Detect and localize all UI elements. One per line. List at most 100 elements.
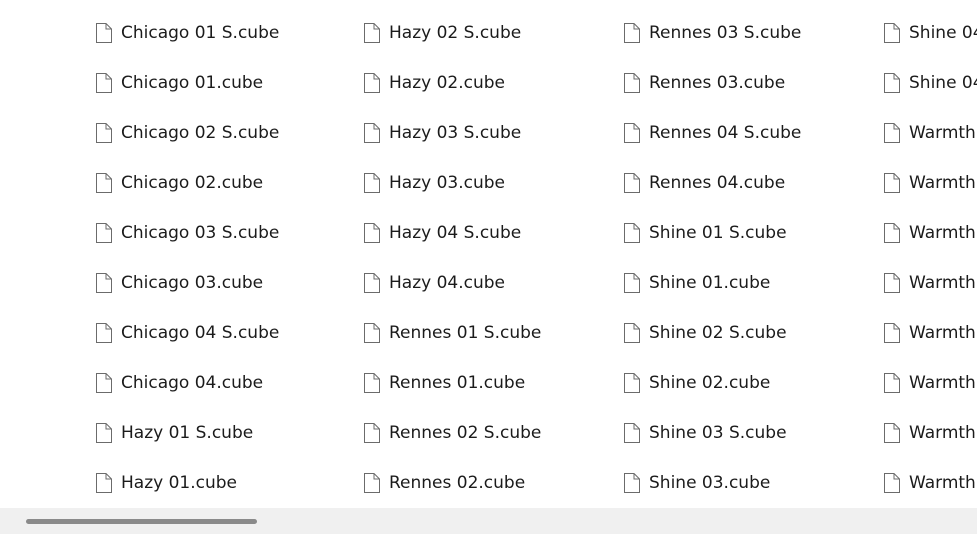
file-grid: Chicago 01 S.cube Chicago 01.cube Chicag… xyxy=(93,8,977,508)
file-item[interactable]: Chicago 03 S.cube xyxy=(93,208,361,258)
document-icon xyxy=(363,472,381,494)
document-icon xyxy=(883,372,901,394)
file-item[interactable]: Shine 04 S.cube xyxy=(881,8,977,58)
horizontal-scrollbar[interactable] xyxy=(0,508,977,534)
file-name: Hazy 02 S.cube xyxy=(389,23,522,43)
file-item[interactable]: Warmth 01.cube xyxy=(881,158,977,208)
document-icon xyxy=(623,372,641,394)
document-icon xyxy=(363,322,381,344)
file-name: Chicago 03.cube xyxy=(121,273,264,293)
file-item[interactable]: Warmth 04.cube xyxy=(881,458,977,508)
file-name: Chicago 04.cube xyxy=(121,373,264,393)
document-icon xyxy=(883,472,901,494)
document-icon xyxy=(363,22,381,44)
file-item[interactable]: Rennes 01.cube xyxy=(361,358,621,408)
document-icon xyxy=(363,422,381,444)
file-item[interactable]: Rennes 03 S.cube xyxy=(621,8,881,58)
file-name: Warmth 01.cube xyxy=(909,173,977,193)
file-name: Hazy 03 S.cube xyxy=(389,123,522,143)
document-icon xyxy=(95,272,113,294)
file-name: Chicago 01.cube xyxy=(121,73,264,93)
document-icon xyxy=(623,22,641,44)
file-name: Rennes 04 S.cube xyxy=(649,123,802,143)
file-name: Shine 04.cube xyxy=(909,73,977,93)
file-item[interactable]: Chicago 04.cube xyxy=(93,358,361,408)
file-item[interactable]: Warmth 03.cube xyxy=(881,358,977,408)
file-name: Rennes 04.cube xyxy=(649,173,786,193)
file-name: Warmth 03.cube xyxy=(909,373,977,393)
document-icon xyxy=(95,472,113,494)
file-item[interactable]: Rennes 02.cube xyxy=(361,458,621,508)
horizontal-scrollbar-thumb[interactable] xyxy=(26,519,257,524)
file-item[interactable]: Chicago 01 S.cube xyxy=(93,8,361,58)
document-icon xyxy=(883,222,901,244)
file-item[interactable]: Warmth 02.cube xyxy=(881,258,977,308)
file-name: Shine 03 S.cube xyxy=(649,423,787,443)
file-item[interactable]: Rennes 01 S.cube xyxy=(361,308,621,358)
document-icon xyxy=(883,272,901,294)
file-item[interactable]: Warmth 03 S.cube xyxy=(881,308,977,358)
file-item[interactable]: Chicago 02 S.cube xyxy=(93,108,361,158)
document-icon xyxy=(623,172,641,194)
document-icon xyxy=(883,122,901,144)
file-item[interactable]: Hazy 02 S.cube xyxy=(361,8,621,58)
file-name: Rennes 03.cube xyxy=(649,73,786,93)
file-item[interactable]: Warmth 01 S.cube xyxy=(881,108,977,158)
file-name: Hazy 01.cube xyxy=(121,473,237,493)
file-item[interactable]: Shine 04.cube xyxy=(881,58,977,108)
document-icon xyxy=(363,222,381,244)
file-item[interactable]: Hazy 04.cube xyxy=(361,258,621,308)
file-column: Rennes 03 S.cube Rennes 03.cube Rennes 0… xyxy=(621,8,881,508)
file-item[interactable]: Shine 01 S.cube xyxy=(621,208,881,258)
document-icon xyxy=(623,222,641,244)
file-item[interactable]: Hazy 01 S.cube xyxy=(93,408,361,458)
file-name: Warmth 02.cube xyxy=(909,273,977,293)
file-item[interactable]: Warmth 04 S.cube xyxy=(881,408,977,458)
file-item[interactable]: Rennes 04 S.cube xyxy=(621,108,881,158)
document-icon xyxy=(883,422,901,444)
file-name: Shine 02 S.cube xyxy=(649,323,787,343)
file-item[interactable]: Hazy 04 S.cube xyxy=(361,208,621,258)
file-name: Chicago 03 S.cube xyxy=(121,223,280,243)
file-item[interactable]: Hazy 01.cube xyxy=(93,458,361,508)
file-name: Chicago 04 S.cube xyxy=(121,323,280,343)
file-name: Hazy 04 S.cube xyxy=(389,223,522,243)
document-icon xyxy=(623,322,641,344)
document-icon xyxy=(883,322,901,344)
file-name: Chicago 02 S.cube xyxy=(121,123,280,143)
document-icon xyxy=(95,122,113,144)
document-icon xyxy=(623,272,641,294)
file-item[interactable]: Shine 02.cube xyxy=(621,358,881,408)
file-name: Shine 02.cube xyxy=(649,373,771,393)
file-name: Shine 01.cube xyxy=(649,273,771,293)
document-icon xyxy=(95,422,113,444)
document-icon xyxy=(623,422,641,444)
file-item[interactable]: Chicago 01.cube xyxy=(93,58,361,108)
file-item[interactable]: Rennes 02 S.cube xyxy=(361,408,621,458)
file-name: Hazy 03.cube xyxy=(389,173,505,193)
document-icon xyxy=(363,122,381,144)
file-item[interactable]: Hazy 03 S.cube xyxy=(361,108,621,158)
file-name: Warmth 02 S.cube xyxy=(909,223,977,243)
file-item[interactable]: Chicago 03.cube xyxy=(93,258,361,308)
document-icon xyxy=(95,372,113,394)
file-item[interactable]: Hazy 02.cube xyxy=(361,58,621,108)
file-item[interactable]: Hazy 03.cube xyxy=(361,158,621,208)
file-item[interactable]: Chicago 04 S.cube xyxy=(93,308,361,358)
file-item[interactable]: Shine 03 S.cube xyxy=(621,408,881,458)
file-item[interactable]: Shine 01.cube xyxy=(621,258,881,308)
file-item[interactable]: Shine 02 S.cube xyxy=(621,308,881,358)
file-item[interactable]: Warmth 02 S.cube xyxy=(881,208,977,258)
file-list-view: Chicago 01 S.cube Chicago 01.cube Chicag… xyxy=(0,0,977,508)
document-icon xyxy=(883,72,901,94)
document-icon xyxy=(623,122,641,144)
document-icon xyxy=(363,172,381,194)
file-name: Rennes 03 S.cube xyxy=(649,23,802,43)
document-icon xyxy=(883,172,901,194)
file-item[interactable]: Chicago 02.cube xyxy=(93,158,361,208)
file-item[interactable]: Rennes 04.cube xyxy=(621,158,881,208)
file-item[interactable]: Rennes 03.cube xyxy=(621,58,881,108)
file-item[interactable]: Shine 03.cube xyxy=(621,458,881,508)
file-name: Hazy 04.cube xyxy=(389,273,505,293)
document-icon xyxy=(883,22,901,44)
